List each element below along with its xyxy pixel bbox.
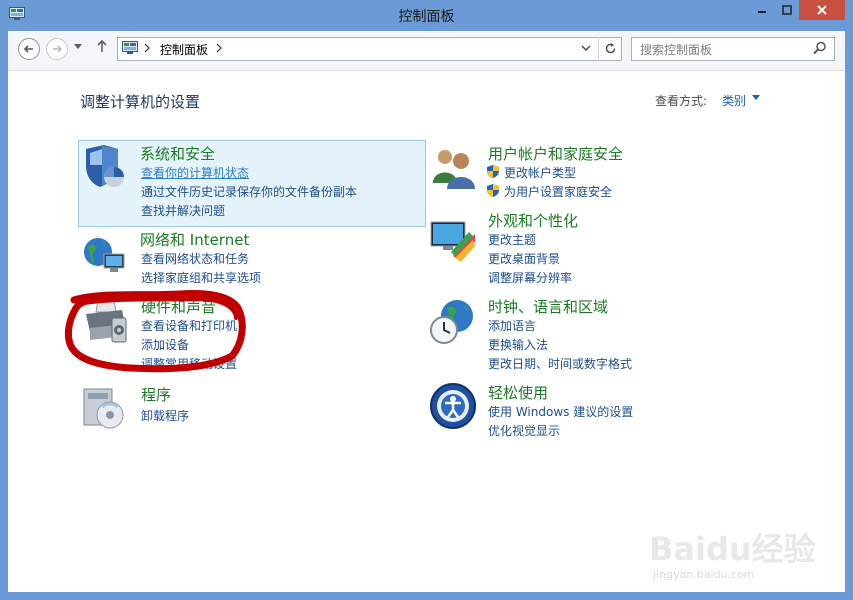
window-title: 控制面板 (398, 9, 455, 25)
link-optimize-visual-display[interactable]: 优化视觉显示 (488, 422, 560, 439)
category-title-ease-of-access[interactable]: 轻松使用 (488, 382, 548, 403)
link-change-account-type[interactable]: 更改帐户类型 (504, 164, 576, 181)
refresh-button[interactable] (598, 37, 621, 59)
maximize-button[interactable] (775, 0, 799, 20)
link-change-input-method[interactable]: 更换输入法 (488, 336, 548, 353)
back-button[interactable] (18, 38, 40, 60)
programs-icon[interactable] (80, 383, 128, 431)
security-shield-icon[interactable] (80, 143, 128, 191)
control-panel-window: 控制面板 控制面板 搜索控制面板 调整计算机的设置 查看方式: 类别 系统和安全… (0, 0, 853, 600)
close-button[interactable] (799, 0, 845, 20)
uac-shield-icon (487, 165, 499, 178)
forward-button[interactable] (46, 38, 68, 60)
link-add-language[interactable]: 添加语言 (488, 317, 536, 334)
search-box[interactable]: 搜索控制面板 (631, 37, 835, 61)
back-arrow-icon (23, 45, 33, 53)
close-icon (817, 5, 827, 15)
title-bar: 控制面板 (0, 0, 853, 32)
link-view-computer-status[interactable]: 查看你的计算机状态 (141, 164, 249, 181)
watermark-url: jingyan.baidu.com (652, 568, 755, 581)
refresh-icon (605, 42, 615, 53)
breadcrumb-chevron-icon[interactable] (144, 41, 150, 55)
category-title-programs[interactable]: 程序 (141, 384, 171, 405)
link-desktop-background[interactable]: 更改桌面背景 (488, 250, 560, 267)
recent-locations-dropdown[interactable] (74, 42, 82, 53)
ease-of-access-icon[interactable] (429, 382, 477, 430)
link-change-theme[interactable]: 更改主题 (488, 231, 536, 248)
watermark-brand: Baidu经验 (649, 530, 816, 568)
personalization-icon[interactable] (429, 216, 477, 264)
link-troubleshoot[interactable]: 查找并解决问题 (141, 202, 225, 219)
category-title-appearance[interactable]: 外观和个性化 (488, 210, 578, 231)
minimize-button[interactable] (749, 0, 775, 20)
uac-shield-icon (487, 184, 499, 197)
baidu-watermark-logo: Baidu经验 jingyan.baidu.com (649, 530, 816, 581)
link-uninstall-program[interactable]: 卸载程序 (141, 407, 189, 424)
breadcrumb-control-panel[interactable]: 控制面板 (160, 41, 208, 58)
link-date-time-format[interactable]: 更改日期、时间或数字格式 (488, 355, 632, 372)
main-content: 调整计算机的设置 查看方式: 类别 系统和安全 查看你的计算机状态 通过文件历史… (8, 71, 845, 592)
search-input[interactable]: 搜索控制面板 (640, 41, 712, 58)
up-arrow-icon (97, 39, 107, 52)
page-heading: 调整计算机的设置 (80, 93, 201, 111)
clock-globe-icon[interactable] (429, 298, 477, 346)
category-title-clock-region[interactable]: 时钟、语言和区域 (488, 296, 608, 317)
user-accounts-icon[interactable] (429, 143, 477, 191)
category-title-user-accounts[interactable]: 用户帐户和家庭安全 (488, 143, 623, 164)
view-by-dropdown[interactable]: 类别 (722, 92, 746, 109)
link-windows-recommended-settings[interactable]: 使用 Windows 建议的设置 (488, 403, 633, 420)
forward-arrow-icon (53, 45, 63, 53)
network-globe-icon[interactable] (80, 232, 128, 280)
link-screen-resolution[interactable]: 调整屏幕分辨率 (488, 269, 572, 286)
control-panel-icon (122, 41, 138, 54)
search-icon[interactable] (813, 41, 827, 55)
link-family-safety[interactable]: 为用户设置家庭安全 (504, 183, 612, 200)
link-homegroup-sharing[interactable]: 选择家庭组和共享选项 (141, 269, 261, 286)
chevron-down-icon (74, 44, 82, 49)
category-title-network-internet[interactable]: 网络和 Internet (140, 229, 249, 250)
chevron-down-icon[interactable] (752, 95, 760, 101)
address-dropdown-icon[interactable] (581, 42, 591, 54)
red-annotation-circle (64, 290, 246, 373)
category-title-system-security[interactable]: 系统和安全 (140, 143, 215, 164)
address-bar[interactable]: 控制面板 (117, 37, 622, 61)
up-button[interactable] (96, 38, 108, 58)
link-network-status[interactable]: 查看网络状态和任务 (141, 250, 249, 267)
navigation-toolbar: 控制面板 搜索控制面板 (8, 31, 845, 71)
breadcrumb-chevron-icon[interactable] (216, 41, 222, 55)
minimize-icon (758, 11, 766, 13)
maximize-icon (782, 5, 792, 15)
view-by-label: 查看方式: (655, 94, 708, 108)
link-file-history-backup[interactable]: 通过文件历史记录保存你的文件备份副本 (141, 183, 357, 200)
